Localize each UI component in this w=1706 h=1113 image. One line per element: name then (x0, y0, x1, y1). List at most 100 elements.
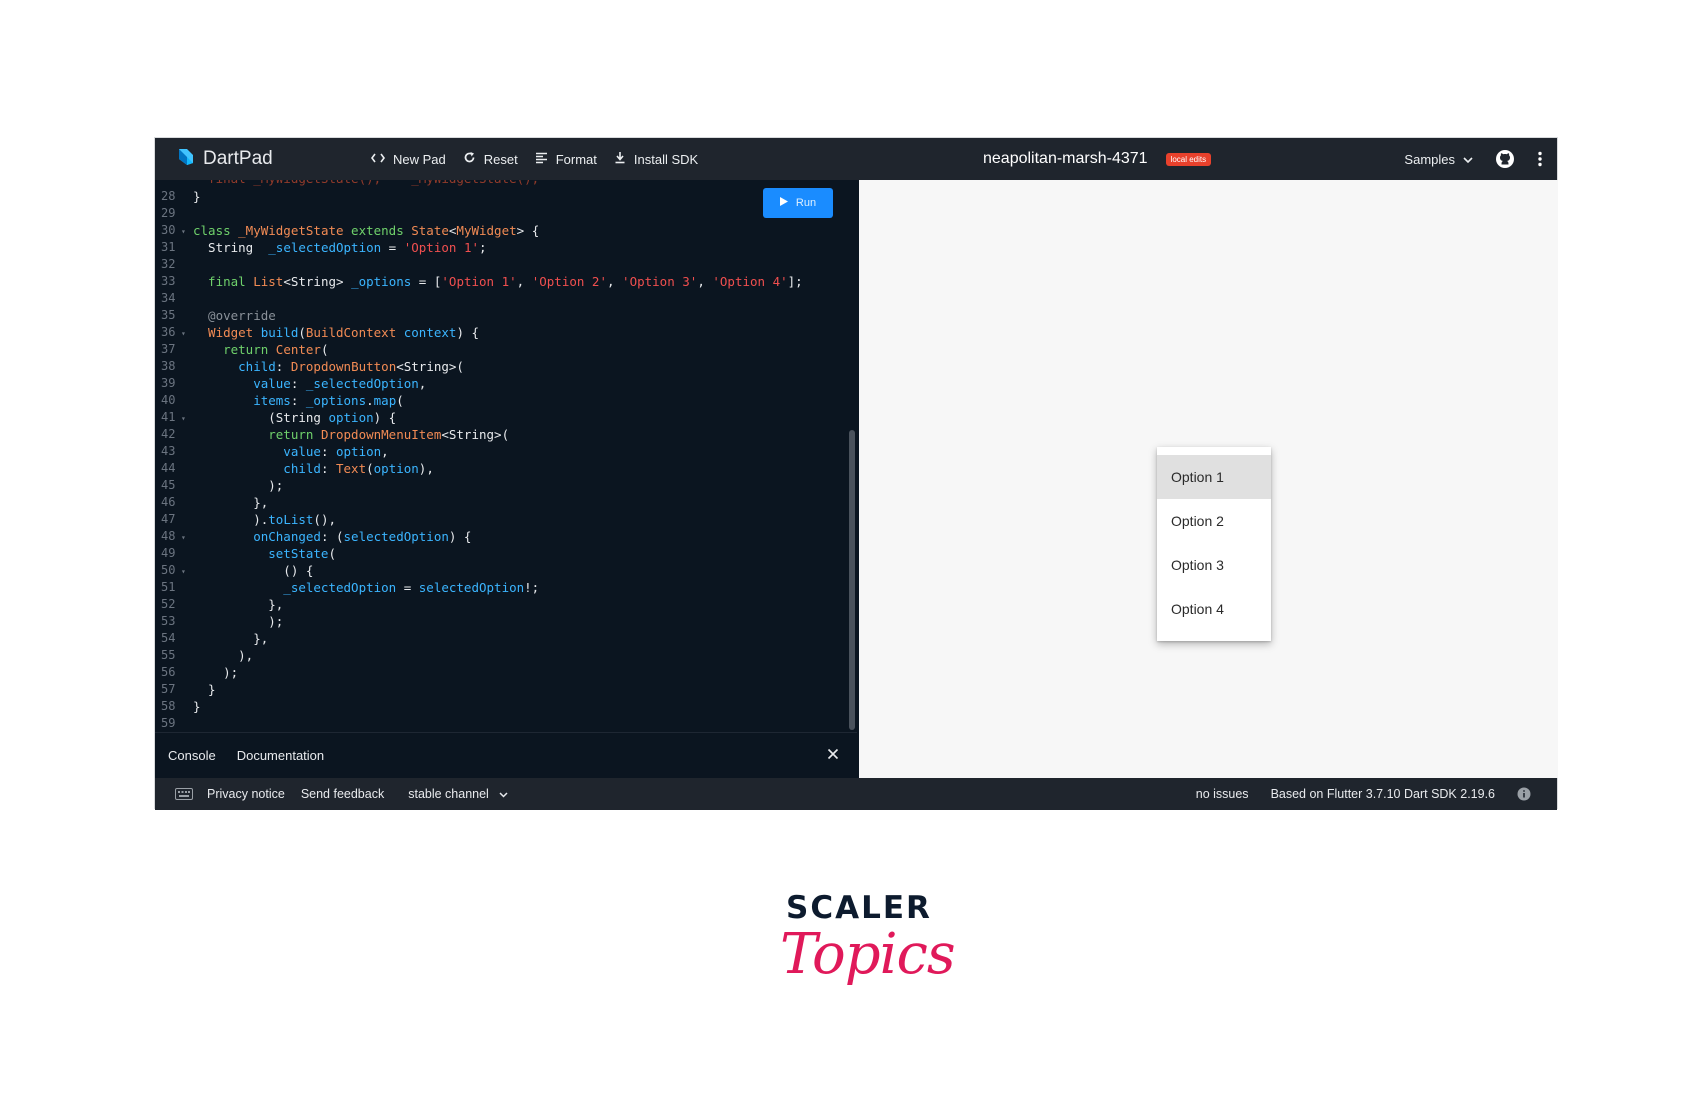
code-text: class _MyWidgetState extends State<MyWid… (193, 222, 539, 239)
dropdown-menu: Option 1 Option 2 Option 3 Option 4 (1157, 447, 1271, 641)
code-token: } (193, 189, 201, 204)
code-token: ); (193, 665, 239, 680)
menu-item-label: Option 1 (1171, 469, 1224, 485)
line-number: 44 (161, 461, 176, 475)
line-number: 54 (161, 631, 176, 645)
code-token: child (193, 461, 321, 476)
format-label: Format (555, 151, 597, 167)
privacy-notice-link[interactable]: Privacy notice (207, 787, 285, 801)
issues-status[interactable]: no issues (1196, 787, 1249, 801)
code-token: 'Option 4' (712, 274, 788, 289)
code-token: toList (268, 512, 314, 527)
reset-button[interactable]: Reset (463, 151, 518, 167)
pad-name[interactable]: neapolitan-marsh-4371 (983, 150, 1148, 168)
code-token: <String>( (441, 427, 510, 442)
line-number: 34 (161, 291, 176, 305)
code-text: }, (193, 596, 283, 613)
code-line: 34 (155, 290, 847, 307)
menu-item-option-2[interactable]: Option 2 (1157, 499, 1271, 543)
code-editor[interactable]: final _MyWidgetState(); _MyWidgetState()… (155, 180, 857, 732)
samples-label: Samples (1404, 151, 1455, 167)
send-feedback-link[interactable]: Send feedback (301, 787, 384, 801)
code-token: (), (313, 512, 336, 527)
code-line: 37 return Center( (155, 341, 847, 358)
code-line: 38 child: DropdownButton<String>( (155, 358, 847, 375)
code-line: 52 }, (155, 596, 847, 613)
menu-item-option-3[interactable]: Option 3 (1157, 543, 1271, 587)
code-text: ); (193, 477, 283, 494)
code-token: = [ (411, 274, 442, 289)
code-token: String (193, 240, 269, 255)
new-pad-button[interactable]: New Pad (371, 152, 446, 167)
menu-item-label: Option 4 (1171, 601, 1224, 617)
code-token: _selectedOption (193, 580, 397, 595)
line-number: 28 (161, 189, 176, 203)
code-token: 'Option 1' (403, 240, 479, 255)
code-text: }, (193, 630, 268, 647)
code-token: }, (193, 597, 284, 612)
channel-dropdown[interactable]: stable channel (408, 787, 508, 801)
code-text: () { (193, 562, 313, 579)
code-token: ( (366, 461, 374, 476)
run-button[interactable]: Run (763, 188, 833, 218)
tab-console[interactable]: Console (168, 748, 216, 763)
code-line: 53 ); (155, 613, 847, 630)
tab-documentation[interactable]: Documentation (237, 748, 324, 763)
code-line: 44 child: Text(option), (155, 460, 847, 477)
code-token: _selectedOption (305, 376, 419, 391)
code-token: map (373, 393, 397, 408)
more-vert-icon[interactable] (1537, 151, 1543, 167)
code-token: } (193, 699, 201, 714)
code-token: ]; (787, 274, 803, 289)
line-number: 41 (161, 410, 176, 424)
editor-scrollbar[interactable] (849, 430, 855, 730)
code-token: option (336, 444, 382, 459)
line-number: 53 (161, 614, 176, 628)
code-token: = (381, 240, 404, 255)
brand-title: DartPad (203, 148, 273, 169)
code-token: , (516, 274, 532, 289)
menu-item-option-1[interactable]: Option 1 (1157, 455, 1271, 499)
code-token: build (260, 325, 299, 340)
samples-dropdown[interactable]: Samples (1404, 152, 1473, 167)
code-line: 48 ▾ onChanged: (selectedOption) { (155, 528, 847, 545)
brand[interactable]: DartPad (175, 147, 371, 172)
line-number: 49 (161, 546, 176, 560)
close-icon[interactable] (827, 747, 839, 765)
code-text: child: DropdownButton<String>( (193, 358, 464, 375)
status-right: no issues Based on Flutter 3.7.10 Dart S… (1196, 778, 1531, 810)
format-button[interactable]: Format (535, 152, 597, 167)
keyboard-icon[interactable] (175, 788, 193, 800)
code-token: value (193, 376, 291, 391)
code-token: 'Option 2' (531, 274, 607, 289)
github-icon[interactable] (1495, 149, 1515, 169)
menu-item-option-4[interactable]: Option 4 (1157, 587, 1271, 631)
download-icon (614, 151, 634, 167)
code-token: !; (524, 580, 540, 595)
line-number: 57 (161, 682, 176, 696)
code-text: } (193, 681, 216, 698)
code-text: onChanged: (selectedOption) { (193, 528, 471, 545)
new-pad-label: New Pad (393, 151, 446, 167)
right-tools: Samples (1404, 138, 1543, 180)
chevron-down-icon (1455, 152, 1473, 167)
install-sdk-button[interactable]: Install SDK (614, 151, 698, 167)
info-icon[interactable] (1517, 787, 1531, 801)
line-number: 35 (161, 308, 176, 322)
code-line: 56 ); (155, 664, 847, 681)
code-token: setState (193, 546, 329, 561)
code-line: 31 String _selectedOption = 'Option 1'; (155, 239, 847, 256)
code-text: @override (193, 307, 276, 324)
line-number: 37 (161, 342, 176, 356)
code-text: (String option) { (193, 409, 396, 426)
code-token: option (373, 461, 419, 476)
line-number: 46 (161, 495, 176, 509)
code-token: } (193, 682, 216, 697)
code-token: <String> (283, 274, 352, 289)
code-text: setState( (193, 545, 336, 562)
code-line: 29 (155, 205, 847, 222)
line-number: 42 (161, 427, 176, 441)
code-text: value: _selectedOption, (193, 375, 426, 392)
code-token: , (381, 444, 389, 459)
code-token: ; (479, 240, 487, 255)
